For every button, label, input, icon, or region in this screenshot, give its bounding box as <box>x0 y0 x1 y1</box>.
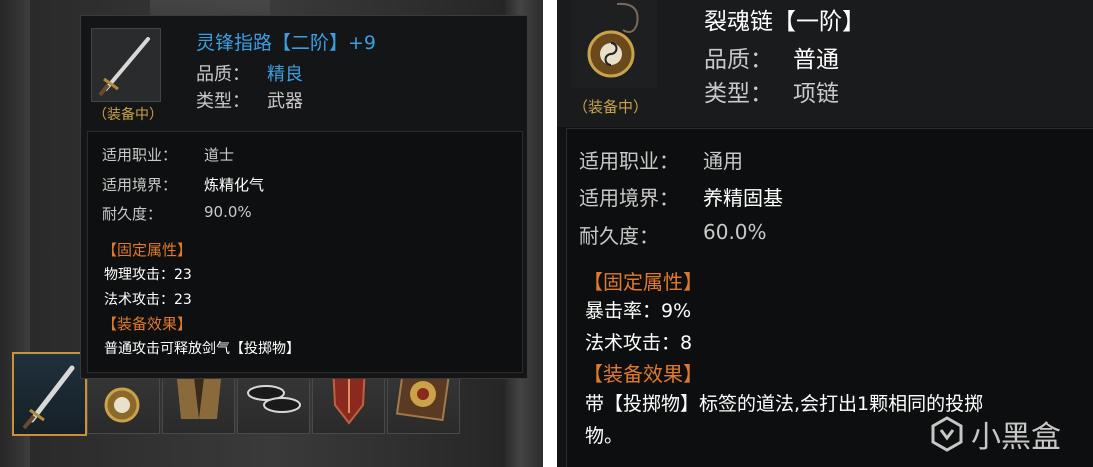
item-icon-frame <box>571 0 657 88</box>
item-name: 灵锋指路【二阶】+9 <box>196 32 377 54</box>
fixed-attr-title: 【固定属性】 <box>583 270 703 294</box>
quality-label: 品质： <box>704 47 773 73</box>
left-screenshot: （装备中） 灵锋指路【二阶】+9 品质： 精良 类型： 武器 适用职业： 道士 … <box>0 0 543 467</box>
realm-label: 适用境界： <box>579 186 679 210</box>
effect-title: 【装备效果】 <box>583 362 703 386</box>
class-value: 道士 <box>204 146 235 164</box>
class-label: 适用职业： <box>579 149 679 173</box>
item-icon-frame <box>91 28 161 102</box>
attr-physical-attack: 物理攻击：23 <box>104 267 192 283</box>
type-value: 项链 <box>793 81 839 107</box>
type-label: 类型： <box>704 81 773 107</box>
type-value: 武器 <box>267 91 303 112</box>
type-label: 类型： <box>196 91 250 112</box>
durability-label: 耐久度： <box>102 205 163 223</box>
fixed-attr-title: 【固定属性】 <box>102 241 193 259</box>
realm-value: 炼精化气 <box>204 176 265 194</box>
durability-label: 耐久度： <box>579 224 659 248</box>
quality-value: 普通 <box>793 47 839 73</box>
effect-text-line1: 带【投掷物】标签的道法,会打出1颗相同的投掷 <box>585 393 984 415</box>
equipped-tag: （装备中） <box>573 98 649 116</box>
attr-crit-rate: 暴击率：9% <box>585 300 692 322</box>
equipped-tag: （装备中） <box>93 107 163 123</box>
right-screenshot: （装备中） 裂魂链【一阶】 品质： 普通 类型： 项链 适用职业： 通用 适用境… <box>557 0 1093 467</box>
quality-label: 品质： <box>196 64 250 85</box>
realm-label: 适用境界： <box>102 176 178 194</box>
class-value: 通用 <box>703 149 743 173</box>
item-tooltip-weapon: （装备中） 灵锋指路【二阶】+9 品质： 精良 类型： 武器 适用职业： 道士 … <box>80 15 528 379</box>
attr-magic-attack: 法术攻击：23 <box>104 292 192 308</box>
tooltip-body: 适用职业： 道士 适用境界： 炼精化气 耐久度： 90.0% 【固定属性】 物理… <box>87 131 523 373</box>
quality-value: 精良 <box>267 64 303 85</box>
item-name: 裂魂链【一阶】 <box>704 9 865 35</box>
attr-magic-attack: 法术攻击：8 <box>585 332 693 354</box>
equipment-slot-weapon[interactable] <box>12 352 87 436</box>
realm-value: 养精固基 <box>703 186 783 210</box>
tooltip-header: （装备中） 灵锋指路【二阶】+9 品质： 精良 类型： 武器 <box>81 16 527 131</box>
necklace-icon <box>587 2 639 78</box>
sword-icon <box>98 37 150 97</box>
durability-value: 60.0% <box>703 220 767 244</box>
xiaoheihe-logo-icon <box>931 416 963 452</box>
effect-text-line2: 物。 <box>585 425 624 447</box>
effect-text: 普通攻击可释放剑气【投掷物】 <box>104 341 300 357</box>
sword-icon <box>22 365 75 430</box>
class-label: 适用职业： <box>102 146 178 164</box>
tooltip-header: （装备中） 裂魂链【一阶】 品质： 普通 类型： 项链 <box>557 0 1093 127</box>
watermark-text: 小黑盒 <box>971 420 1061 455</box>
durability-value: 90.0% <box>204 203 252 221</box>
effect-title: 【装备效果】 <box>102 315 193 333</box>
